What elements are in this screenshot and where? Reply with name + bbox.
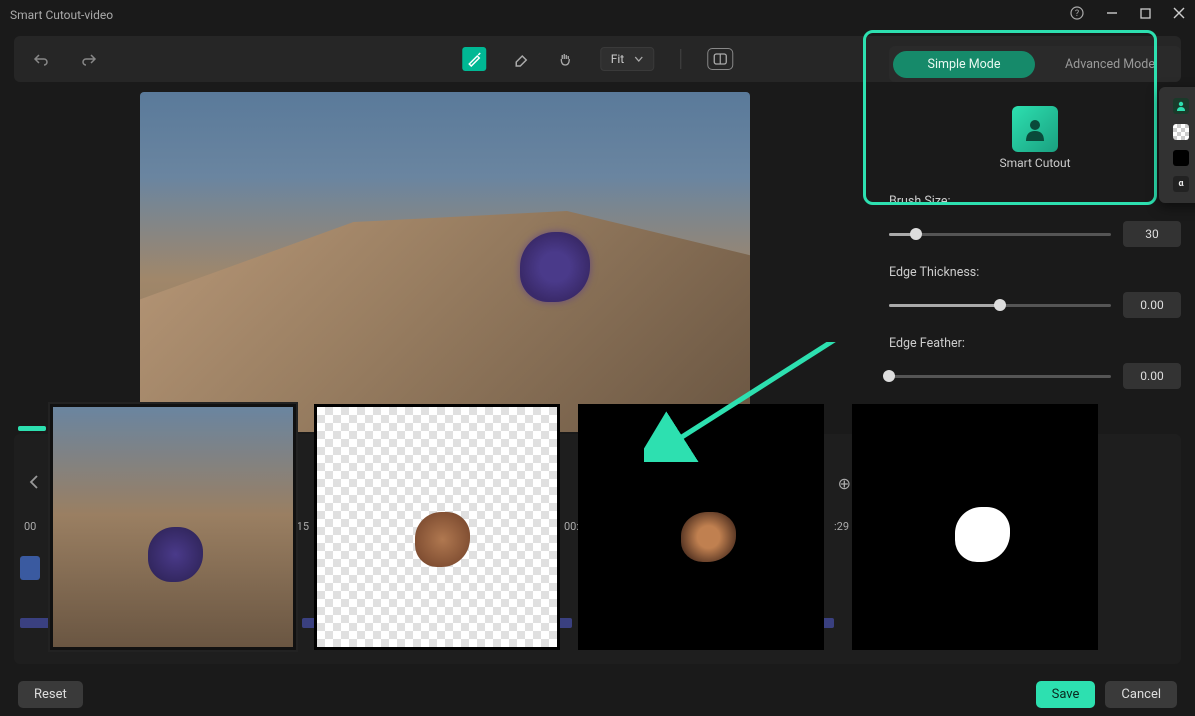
annotation-arrow bbox=[644, 342, 904, 462]
compare-icon[interactable] bbox=[707, 48, 733, 70]
black-icon bbox=[1173, 150, 1189, 166]
brush-size-control: Brush Size: 30 bbox=[889, 194, 1181, 247]
dropdown-item-alpha-overlay[interactable]: Toggle Alpha Overlay bbox=[1159, 93, 1195, 119]
side-panel: Smart Cutout Brush Size: 30 Edge Thickne… bbox=[889, 92, 1181, 407]
cancel-button[interactable]: Cancel bbox=[1105, 681, 1177, 708]
chevron-down-icon bbox=[634, 56, 643, 62]
edge-feather-label: Edge Feather: bbox=[889, 336, 1181, 351]
smart-cutout-thumbnail[interactable] bbox=[1012, 106, 1058, 152]
brush-size-value[interactable]: 30 bbox=[1123, 221, 1181, 247]
edge-thickness-control: Edge Thickness: 0.00 bbox=[889, 265, 1181, 318]
person-icon bbox=[1173, 98, 1189, 114]
close-icon[interactable] bbox=[1173, 7, 1185, 23]
timeline-prev-icon[interactable] bbox=[28, 474, 46, 492]
help-icon[interactable]: ? bbox=[1070, 6, 1084, 24]
zoom-label: Fit bbox=[611, 52, 624, 66]
brush-size-label: Brush Size: bbox=[889, 194, 1181, 209]
save-button[interactable]: Save bbox=[1036, 681, 1096, 708]
redo-icon[interactable] bbox=[80, 50, 98, 68]
timeline-range-indicator[interactable] bbox=[18, 426, 46, 431]
edge-thickness-value[interactable]: 0.00 bbox=[1123, 292, 1181, 318]
smart-cutout-label: Smart Cutout bbox=[889, 156, 1181, 170]
timeline: ⊕ 00 :15 00:0 :29 bbox=[14, 434, 1181, 664]
svg-text:?: ? bbox=[1075, 9, 1079, 19]
preview-transparency-grid[interactable] bbox=[314, 404, 560, 650]
brush-tool-icon[interactable] bbox=[462, 47, 486, 71]
timeline-tick: 00 bbox=[24, 520, 36, 533]
edge-thickness-slider[interactable] bbox=[889, 304, 1111, 307]
reset-button[interactable]: Reset bbox=[18, 681, 83, 708]
mode-tabs: Simple Mode Advanced Mode bbox=[889, 46, 1181, 82]
edge-thickness-label: Edge Thickness: bbox=[889, 265, 1181, 280]
tab-advanced-mode[interactable]: Advanced Mode bbox=[1039, 51, 1181, 78]
window-title: Smart Cutout-video bbox=[10, 8, 1070, 22]
footer: Reset Save Cancel bbox=[0, 672, 1195, 716]
minimize-icon[interactable] bbox=[1106, 7, 1118, 23]
maximize-icon[interactable] bbox=[1140, 8, 1151, 23]
tab-simple-mode[interactable]: Simple Mode bbox=[893, 51, 1035, 78]
view-mode-dropdown: Toggle Alpha Overlay Toggle Transparency… bbox=[1159, 87, 1195, 203]
undo-icon[interactable] bbox=[32, 50, 50, 68]
alpha-icon: α bbox=[1173, 176, 1189, 192]
dropdown-item-transparency-black[interactable]: Toggle Transparency Black bbox=[1159, 145, 1195, 171]
dropdown-item-alpha[interactable]: α Toggle Alpha bbox=[1159, 171, 1195, 197]
edge-feather-value[interactable]: 0.00 bbox=[1123, 363, 1181, 389]
window-controls: ? bbox=[1070, 6, 1185, 24]
preview-subject bbox=[520, 232, 590, 302]
preview-thumbnails bbox=[50, 404, 1088, 650]
brush-size-slider[interactable] bbox=[889, 233, 1111, 236]
preview-alpha-overlay[interactable] bbox=[50, 404, 296, 650]
dropdown-item-transparency-grid[interactable]: Toggle Transparency Grid bbox=[1159, 119, 1195, 145]
edge-feather-control: Edge Feather: 0.00 bbox=[889, 336, 1181, 389]
titlebar: Smart Cutout-video ? bbox=[0, 0, 1195, 30]
grid-icon bbox=[1173, 124, 1189, 140]
divider bbox=[680, 49, 681, 69]
zoom-select[interactable]: Fit bbox=[600, 47, 654, 71]
hand-tool-icon[interactable] bbox=[556, 50, 574, 68]
timeline-clip[interactable] bbox=[20, 556, 40, 580]
edge-feather-slider[interactable] bbox=[889, 375, 1111, 378]
eraser-tool-icon[interactable] bbox=[512, 50, 530, 68]
